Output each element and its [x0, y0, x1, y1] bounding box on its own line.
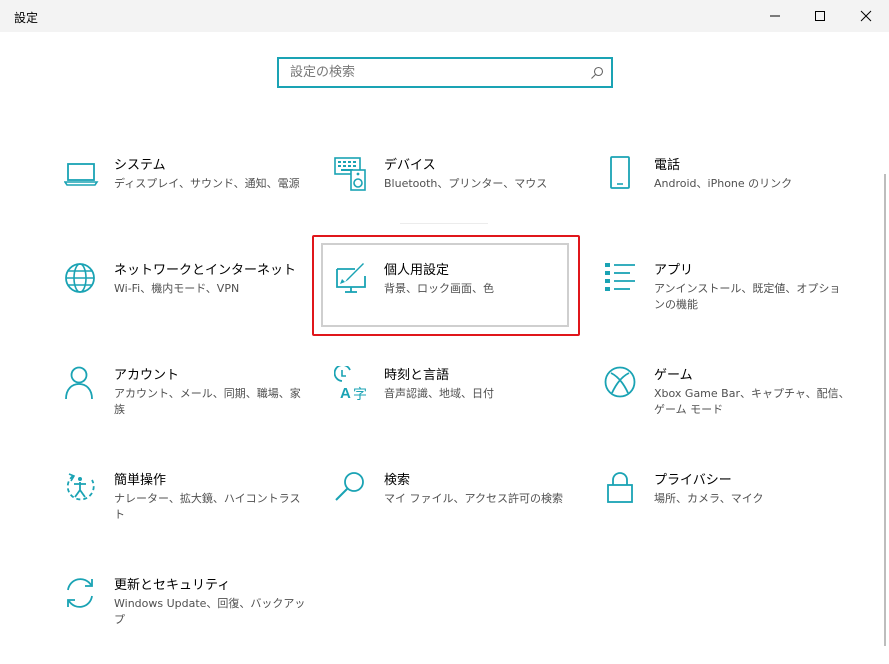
tile-devices[interactable]: デバイス Bluetooth、プリンター、マウス: [334, 154, 582, 238]
globe-icon: [64, 261, 100, 297]
person-icon: [64, 366, 100, 402]
tile-title: 更新とセキュリティ: [114, 578, 231, 593]
tile-description: アンインストール、既定値、オプションの機能: [654, 282, 841, 311]
sync-icon: [64, 576, 100, 612]
tile-description: 場所、カメラ、マイク: [654, 492, 764, 505]
search-icon[interactable]: [589, 65, 605, 81]
tile-title: デバイス: [384, 158, 436, 173]
apps-list-icon: [604, 261, 640, 297]
scrollbar[interactable]: [884, 174, 886, 646]
magnifier-icon: [334, 471, 370, 507]
tile-system[interactable]: システム ディスプレイ、サウンド、通知、電源: [64, 154, 312, 238]
tile-description: 音声認識、地域、日付: [384, 387, 494, 400]
minimize-button[interactable]: [752, 0, 798, 32]
tile-description: マイ ファイル、アクセス許可の検索: [384, 492, 563, 505]
tile-description: Wi-Fi、機内モード、VPN: [114, 282, 240, 295]
tile-description: アカウント、メール、同期、職場、家族: [114, 387, 301, 416]
tile-ease-of-access[interactable]: 簡単操作 ナレーター、拡大鏡、ハイコントラスト: [64, 469, 312, 553]
lock-icon: [604, 471, 640, 507]
close-icon: [860, 10, 872, 22]
maximize-button[interactable]: [797, 0, 843, 32]
svg-text:字: 字: [353, 387, 367, 402]
tile-privacy[interactable]: プライバシー 場所、カメラ、マイク: [604, 469, 852, 553]
tile-title: 検索: [384, 473, 411, 488]
tile-apps[interactable]: アプリ アンインストール、既定値、オプションの機能: [604, 259, 852, 343]
tile-network[interactable]: ネットワークとインターネット Wi-Fi、機内モード、VPN: [64, 259, 312, 343]
search-input[interactable]: [279, 59, 579, 86]
tile-time-language[interactable]: A字 時刻と言語 音声認識、地域、日付: [334, 364, 582, 448]
tile-phone[interactable]: 電話 Android、iPhone のリンク: [604, 154, 852, 238]
tile-search[interactable]: 検索 マイ ファイル、アクセス許可の検索: [334, 469, 582, 553]
keyboard-speaker-icon: [334, 156, 370, 192]
tile-update-security[interactable]: 更新とセキュリティ Windows Update、回復、バックアップ: [64, 574, 312, 658]
window-title: 設定: [14, 11, 39, 25]
tile-title: プライバシー: [654, 473, 732, 488]
search-box[interactable]: [277, 57, 613, 88]
tile-accounts[interactable]: アカウント アカウント、メール、同期、職場、家族: [64, 364, 312, 448]
tile-title: アプリ: [654, 263, 694, 278]
tile-title: 簡単操作: [114, 473, 167, 488]
tile-description: Windows Update、回復、バックアップ: [114, 597, 306, 626]
phone-icon: [604, 156, 640, 192]
time-language-icon: A字: [334, 366, 370, 402]
title-bar: 設定: [0, 0, 889, 32]
svg-text:A: A: [340, 385, 351, 402]
close-button[interactable]: [843, 0, 889, 32]
minimize-icon: [770, 15, 780, 17]
tile-gaming[interactable]: ゲーム Xbox Game Bar、キャプチャ、配信、ゲーム モード: [604, 364, 852, 448]
laptop-icon: [64, 156, 100, 192]
tile-title: ネットワークとインターネット: [114, 263, 297, 278]
tile-title: 時刻と言語: [384, 368, 450, 383]
highlight-box: [312, 235, 580, 336]
tile-description: Bluetooth、プリンター、マウス: [384, 177, 548, 190]
maximize-icon: [815, 11, 825, 21]
ease-of-access-icon: [64, 471, 100, 507]
tile-description: ナレーター、拡大鏡、ハイコントラスト: [114, 492, 301, 521]
tile-description: Android、iPhone のリンク: [654, 177, 793, 190]
tile-title: 電話: [654, 158, 681, 173]
tile-description: Xbox Game Bar、キャプチャ、配信、ゲーム モード: [654, 387, 850, 416]
tile-title: アカウント: [114, 368, 180, 383]
tile-title: システム: [114, 158, 166, 173]
tile-title: ゲーム: [654, 368, 693, 383]
tile-description: ディスプレイ、サウンド、通知、電源: [114, 177, 300, 190]
xbox-icon: [604, 366, 640, 402]
